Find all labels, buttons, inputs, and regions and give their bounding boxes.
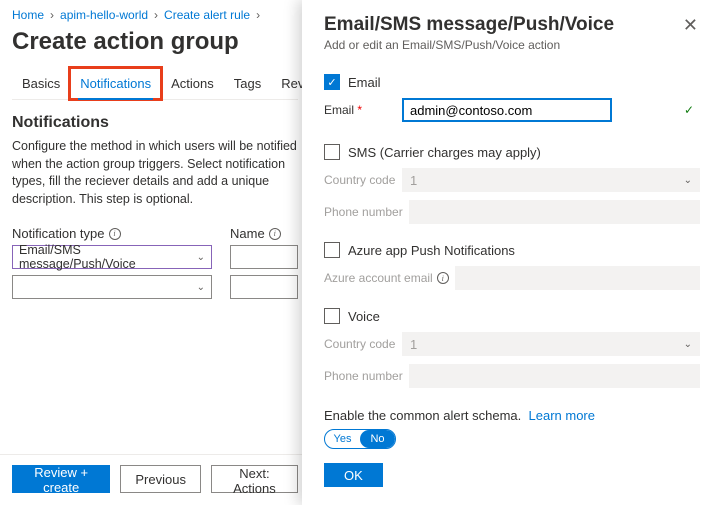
next-button[interactable]: Next: Actions [211, 465, 298, 493]
schema-row: Enable the common alert schema. Learn mo… [324, 408, 700, 449]
check-icon: ✓ [684, 103, 694, 117]
schema-text: Enable the common alert schema. [324, 408, 521, 423]
info-icon[interactable]: i [109, 228, 121, 240]
sms-phone-label: Phone number [324, 205, 403, 219]
select-value: Email/SMS message/Push/Voice [19, 243, 197, 271]
push-email-input [455, 266, 700, 290]
breadcrumb-alert-rule[interactable]: Create alert rule [164, 8, 250, 22]
breadcrumb-resource[interactable]: apim-hello-world [60, 8, 148, 22]
tab-basics[interactable]: Basics [12, 68, 70, 99]
chevron-down-icon: ⌄ [684, 339, 692, 350]
tab-notifications[interactable]: Notifications [70, 68, 161, 99]
sms-country-code-label: Country code [324, 173, 396, 187]
chevron-down-icon: ⌄ [197, 252, 205, 263]
side-panel: Email/SMS message/Push/Voice Add or edit… [302, 0, 722, 505]
chevron-down-icon: ⌄ [197, 282, 205, 293]
voice-country-code-select: 1 ⌄ [402, 332, 700, 356]
section-title: Notifications [12, 114, 298, 132]
toggle-yes[interactable]: Yes [325, 430, 360, 448]
learn-more-link[interactable]: Learn more [529, 408, 595, 423]
notification-type-select[interactable]: ⌄ [12, 275, 212, 299]
column-header-type: Notification type [12, 226, 105, 241]
schema-toggle[interactable]: Yes No [324, 429, 396, 449]
table-row: Email/SMS message/Push/Voice ⌄ [12, 245, 298, 269]
breadcrumb: Home › apim-hello-world › Create alert r… [12, 8, 298, 22]
email-checkbox-label: Email [348, 75, 381, 90]
sms-checkbox-label: SMS (Carrier charges may apply) [348, 145, 541, 160]
breadcrumb-home[interactable]: Home [12, 8, 44, 22]
voice-phone-label: Phone number [324, 369, 403, 383]
table-row: ⌄ [12, 275, 298, 299]
review-create-button[interactable]: Review + create [12, 465, 110, 493]
sms-country-code-select: 1 ⌄ [402, 168, 700, 192]
toggle-no[interactable]: No [360, 430, 395, 448]
bottom-bar: Review + create Previous Next: Actions [0, 454, 310, 505]
chevron-right-icon: › [154, 8, 158, 22]
voice-phone-input [409, 364, 700, 388]
push-checkbox[interactable] [324, 242, 340, 258]
notification-name-input[interactable] [230, 275, 298, 299]
panel-subtitle: Add or edit an Email/SMS/Push/Voice acti… [324, 38, 614, 52]
chevron-down-icon: ⌄ [684, 175, 692, 186]
voice-checkbox-label: Voice [348, 309, 380, 324]
panel-title: Email/SMS message/Push/Voice [324, 14, 614, 36]
chevron-right-icon: › [50, 8, 54, 22]
page-title: Create action group [12, 28, 298, 56]
info-icon[interactable]: i [437, 272, 449, 284]
column-header-name: Name [230, 226, 265, 241]
notification-name-input[interactable] [230, 245, 298, 269]
close-icon[interactable]: ✕ [681, 14, 700, 36]
info-icon[interactable]: i [269, 228, 281, 240]
chevron-right-icon: › [256, 8, 260, 22]
email-field-label: Email * [324, 103, 396, 117]
tab-tags[interactable]: Tags [224, 68, 271, 99]
grid-header: Notification type i Name i [12, 226, 298, 241]
section-description: Configure the method in which users will… [12, 138, 298, 208]
voice-country-code-label: Country code [324, 337, 396, 351]
tab-actions[interactable]: Actions [161, 68, 224, 99]
push-checkbox-label: Azure app Push Notifications [348, 243, 515, 258]
previous-button[interactable]: Previous [120, 465, 201, 493]
voice-checkbox[interactable] [324, 308, 340, 324]
sms-phone-input [409, 200, 700, 224]
email-checkbox[interactable]: ✓ [324, 74, 340, 90]
push-email-label: Azure account email i [324, 271, 449, 285]
notification-type-select[interactable]: Email/SMS message/Push/Voice ⌄ [12, 245, 212, 269]
tabs: Basics Notifications Actions Tags Review [12, 68, 298, 100]
email-input[interactable] [402, 98, 612, 122]
sms-checkbox[interactable] [324, 144, 340, 160]
ok-button[interactable]: OK [324, 463, 383, 487]
